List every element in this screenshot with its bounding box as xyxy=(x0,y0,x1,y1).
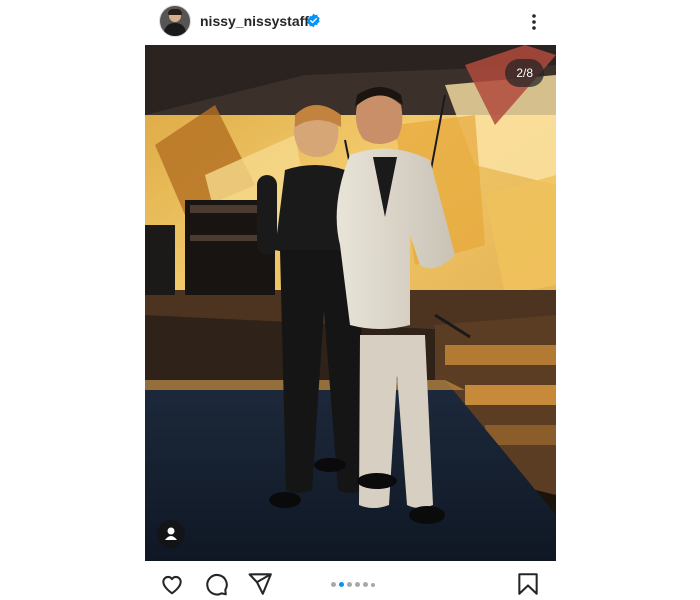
tagged-users-button[interactable] xyxy=(157,520,185,548)
carousel-dot xyxy=(371,583,375,587)
heart-icon[interactable] xyxy=(159,571,185,597)
comment-icon[interactable] xyxy=(203,571,229,597)
carousel-dot xyxy=(347,582,352,587)
carousel-dot-active xyxy=(339,582,344,587)
carousel-dot xyxy=(331,582,336,587)
post-photo[interactable]: 2/8 xyxy=(145,45,556,561)
image-counter: 2/8 xyxy=(505,59,544,87)
avatar[interactable] xyxy=(159,5,191,37)
send-icon[interactable] xyxy=(247,571,273,597)
post-actions xyxy=(145,563,555,600)
bookmark-icon[interactable] xyxy=(515,571,541,597)
post-header: nissy_nissystaff xyxy=(145,0,555,44)
verified-badge-icon xyxy=(307,13,320,28)
carousel-dot xyxy=(363,582,368,587)
photo-illustration xyxy=(145,45,556,561)
more-vertical-icon[interactable] xyxy=(524,10,544,34)
carousel-dot xyxy=(355,582,360,587)
person-icon xyxy=(165,527,177,540)
username[interactable]: nissy_nissystaff xyxy=(200,13,309,29)
